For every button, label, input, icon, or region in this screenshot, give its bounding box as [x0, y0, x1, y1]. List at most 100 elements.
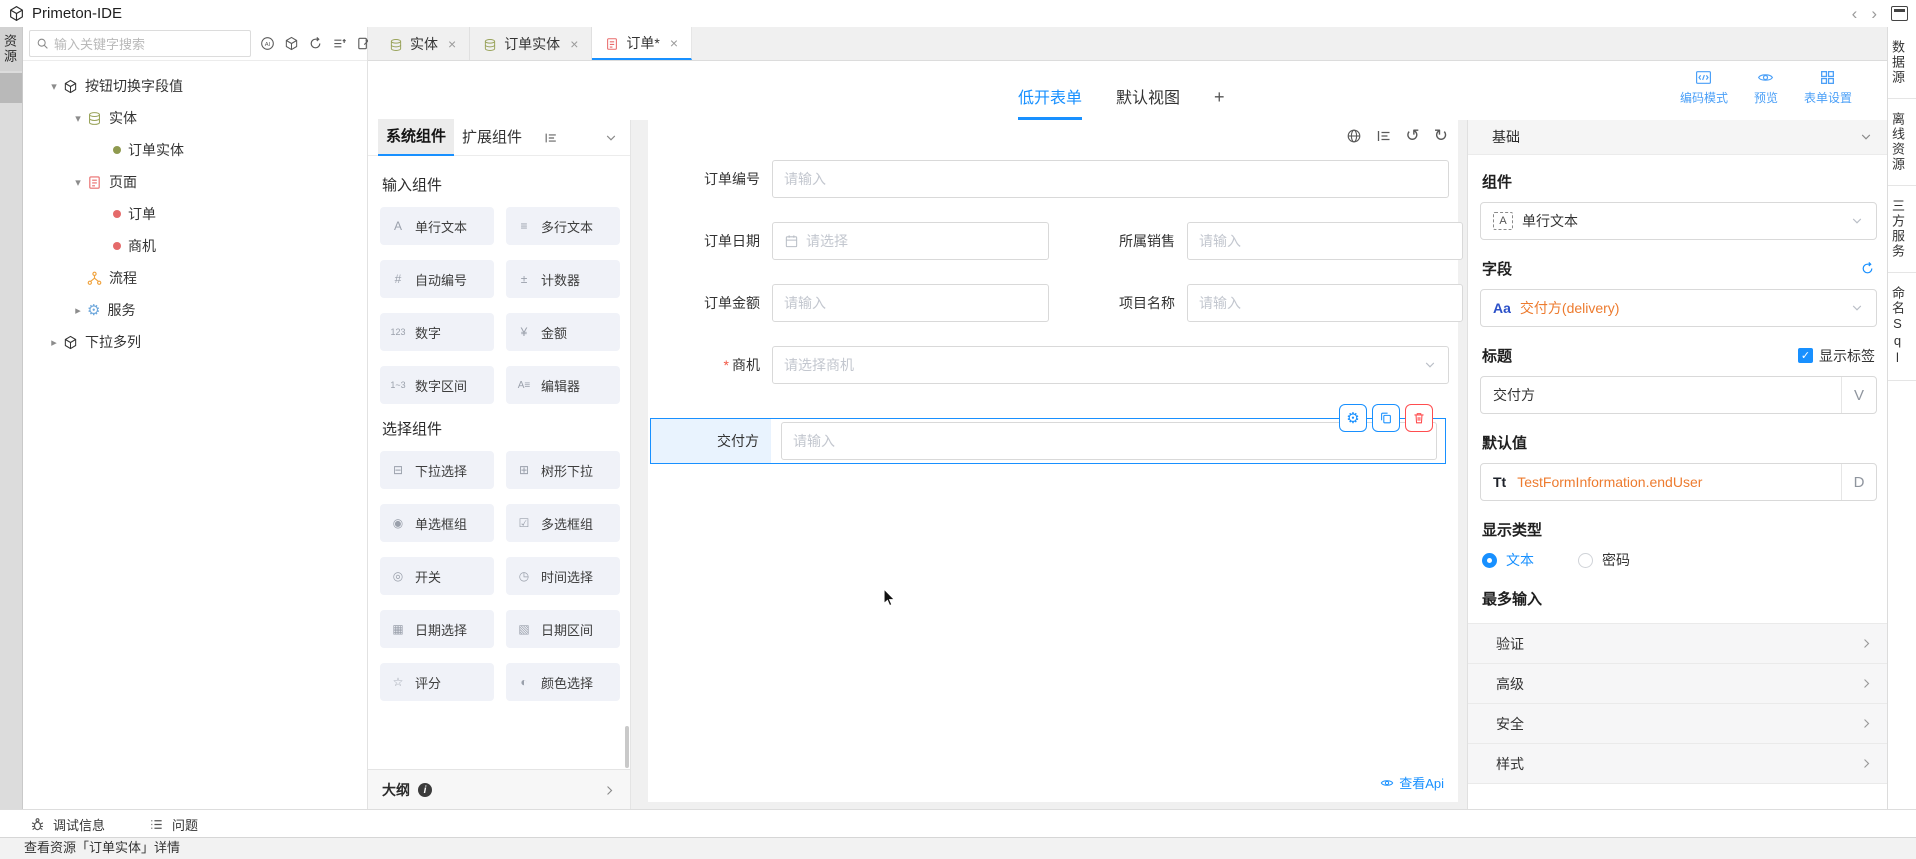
tree-item-services[interactable]: ▸ ⚙ 服务	[23, 294, 367, 326]
close-icon[interactable]: ×	[670, 35, 678, 51]
default-value-input[interactable]: Tt TestFormInformation.endUser D	[1480, 463, 1877, 501]
palette-collapse-icon[interactable]	[604, 131, 618, 145]
tree-item-order-entity[interactable]: 订单实体	[23, 134, 367, 166]
ai-assistant-icon[interactable]	[260, 36, 275, 51]
form-design-surface[interactable]: ↺ ↻ 订单编号 订单日期 请选择 所属销售	[648, 120, 1458, 802]
editor-tab-order-active[interactable]: 订单* ×	[592, 27, 692, 60]
undo-icon[interactable]: ↺	[1406, 127, 1420, 144]
order-no-input[interactable]	[772, 160, 1449, 198]
sort-icon[interactable]	[332, 36, 347, 51]
field-settings-button[interactable]: ⚙	[1339, 404, 1367, 432]
tree-item-dropdown-multicol[interactable]: ▸ 下拉多列	[23, 326, 367, 358]
rail-tab-data-source[interactable]: 数据源	[1888, 27, 1916, 99]
tree-item-process[interactable]: 流程	[23, 262, 367, 294]
title-variable-button[interactable]: V	[1841, 377, 1876, 413]
tree-item-pages[interactable]: ▾ 页面	[23, 166, 367, 198]
order-amount-input[interactable]	[772, 284, 1049, 322]
rail-tab-resources[interactable]: 资源	[0, 27, 22, 71]
default-value-data-button[interactable]: D	[1841, 464, 1876, 500]
expander-icon[interactable]: ▾	[71, 176, 85, 189]
refresh-icon[interactable]	[308, 36, 323, 51]
new-resource-icon[interactable]	[284, 36, 299, 51]
add-view-button[interactable]: +	[1214, 87, 1225, 120]
palette-item-auto-number[interactable]: #自动编号	[380, 260, 494, 298]
field-delete-button[interactable]	[1405, 404, 1433, 432]
order-no-input-field[interactable]	[784, 171, 1437, 187]
palette-menu-icon[interactable]	[544, 131, 558, 145]
palette-item-tree-dropdown[interactable]: ⊞树形下拉	[506, 451, 620, 489]
close-icon[interactable]: ×	[448, 36, 456, 52]
section-security[interactable]: 安全	[1468, 703, 1889, 743]
expander-icon[interactable]: ▸	[47, 336, 61, 349]
palette-item-checkbox-group[interactable]: ☑多选框组	[506, 504, 620, 542]
close-icon[interactable]: ×	[570, 36, 578, 52]
section-style[interactable]: 样式	[1468, 743, 1889, 784]
palette-item-single-line-text[interactable]: A单行文本	[380, 207, 494, 245]
sales-input-field[interactable]	[1199, 233, 1451, 249]
search-input[interactable]: 输入关键字搜索	[29, 30, 251, 57]
code-mode-button[interactable]: 编码模式	[1680, 69, 1728, 106]
component-select[interactable]: A 单行文本	[1480, 202, 1877, 240]
outline-list-icon[interactable]	[1376, 128, 1392, 144]
show-label-checkbox[interactable]	[1798, 348, 1813, 363]
field-copy-button[interactable]	[1372, 404, 1400, 432]
palette-item-multi-line-text[interactable]: ≡多行文本	[506, 207, 620, 245]
order-amount-input-field[interactable]	[784, 295, 1037, 311]
view-tab-lowcode-form[interactable]: 低开表单	[1018, 84, 1082, 120]
debug-info-button[interactable]: 调试信息	[30, 815, 105, 834]
i18n-globe-icon[interactable]	[1346, 128, 1362, 144]
palette-item-radio-group[interactable]: ◉单选框组	[380, 504, 494, 542]
palette-scrollbar[interactable]	[625, 726, 629, 768]
inspector-header[interactable]: 基础	[1468, 120, 1889, 155]
form-field-business[interactable]: *商机 请选择商机	[648, 346, 1449, 384]
expander-icon[interactable]: ▾	[47, 80, 61, 93]
business-select[interactable]: 请选择商机	[772, 346, 1449, 384]
palette-tab-extended[interactable]: 扩展组件	[454, 120, 530, 155]
redo-icon[interactable]: ↻	[1434, 127, 1448, 144]
rail-tab-named-sql[interactable]: 命名Sql	[1888, 273, 1916, 381]
save-layout-icon[interactable]	[1891, 6, 1908, 21]
editor-tab-order-entity[interactable]: 订单实体 ×	[470, 27, 592, 60]
palette-item-counter[interactable]: ±计数器	[506, 260, 620, 298]
tree-item-button-switch-field[interactable]: ▾ 按钮切换字段值	[23, 70, 367, 102]
field-select[interactable]: Aa 交付方(delivery)	[1480, 289, 1877, 327]
palette-item-color-picker[interactable]: ◐颜色选择	[506, 663, 620, 701]
outline-toggle[interactable]: 大纲 i	[368, 769, 630, 810]
palette-item-amount[interactable]: ¥金额	[506, 313, 620, 351]
form-settings-button[interactable]: 表单设置	[1804, 69, 1852, 106]
project-name-input[interactable]	[1187, 284, 1463, 322]
tree-item-entities[interactable]: ▾ 实体	[23, 102, 367, 134]
expander-icon[interactable]: ▸	[71, 304, 85, 317]
palette-item-time-picker[interactable]: ◷时间选择	[506, 557, 620, 595]
tree-item-business-page[interactable]: 商机	[23, 230, 367, 262]
palette-item-switch[interactable]: ◎开关	[380, 557, 494, 595]
form-field-delivery-selected[interactable]: 交付方 ⚙	[650, 418, 1446, 464]
section-advanced[interactable]: 高级	[1468, 663, 1889, 703]
palette-item-number[interactable]: 123数字	[380, 313, 494, 351]
view-api-link[interactable]: 查看Api	[1380, 773, 1444, 792]
palette-item-dropdown-select[interactable]: ⊟下拉选择	[380, 451, 494, 489]
problems-button[interactable]: 问题	[149, 815, 198, 834]
view-tab-default-view[interactable]: 默认视图	[1116, 84, 1180, 120]
preview-button[interactable]: 预览	[1754, 69, 1778, 106]
display-type-option-password[interactable]: 密码	[1578, 550, 1630, 570]
palette-item-editor[interactable]: A≡编辑器	[506, 366, 620, 404]
rail-tab-offline-resources[interactable]: 离线资源	[1888, 99, 1916, 186]
order-date-picker[interactable]: 请选择	[772, 222, 1049, 260]
palette-item-rating[interactable]: ☆评分	[380, 663, 494, 701]
palette-item-number-range[interactable]: 1~3数字区间	[380, 366, 494, 404]
form-field-order-no[interactable]: 订单编号	[648, 160, 1449, 198]
delivery-input-field[interactable]	[793, 433, 1425, 449]
title-input-field[interactable]	[1481, 387, 1832, 403]
display-type-option-text[interactable]: 文本	[1482, 550, 1534, 570]
rail-tab-third-party-services[interactable]: 三方服务	[1888, 186, 1916, 273]
tree-item-order-page[interactable]: 订单	[23, 198, 367, 230]
palette-item-date-range[interactable]: ▧日期区间	[506, 610, 620, 648]
section-validation[interactable]: 验证	[1468, 623, 1889, 663]
expander-icon[interactable]: ▾	[71, 112, 85, 125]
palette-tab-system[interactable]: 系统组件	[378, 119, 454, 156]
editor-tab-entity[interactable]: 实体 ×	[376, 27, 470, 60]
title-input[interactable]: V	[1480, 376, 1877, 414]
nav-back-icon[interactable]: ‹	[1852, 0, 1858, 27]
palette-item-date-picker[interactable]: ▦日期选择	[380, 610, 494, 648]
